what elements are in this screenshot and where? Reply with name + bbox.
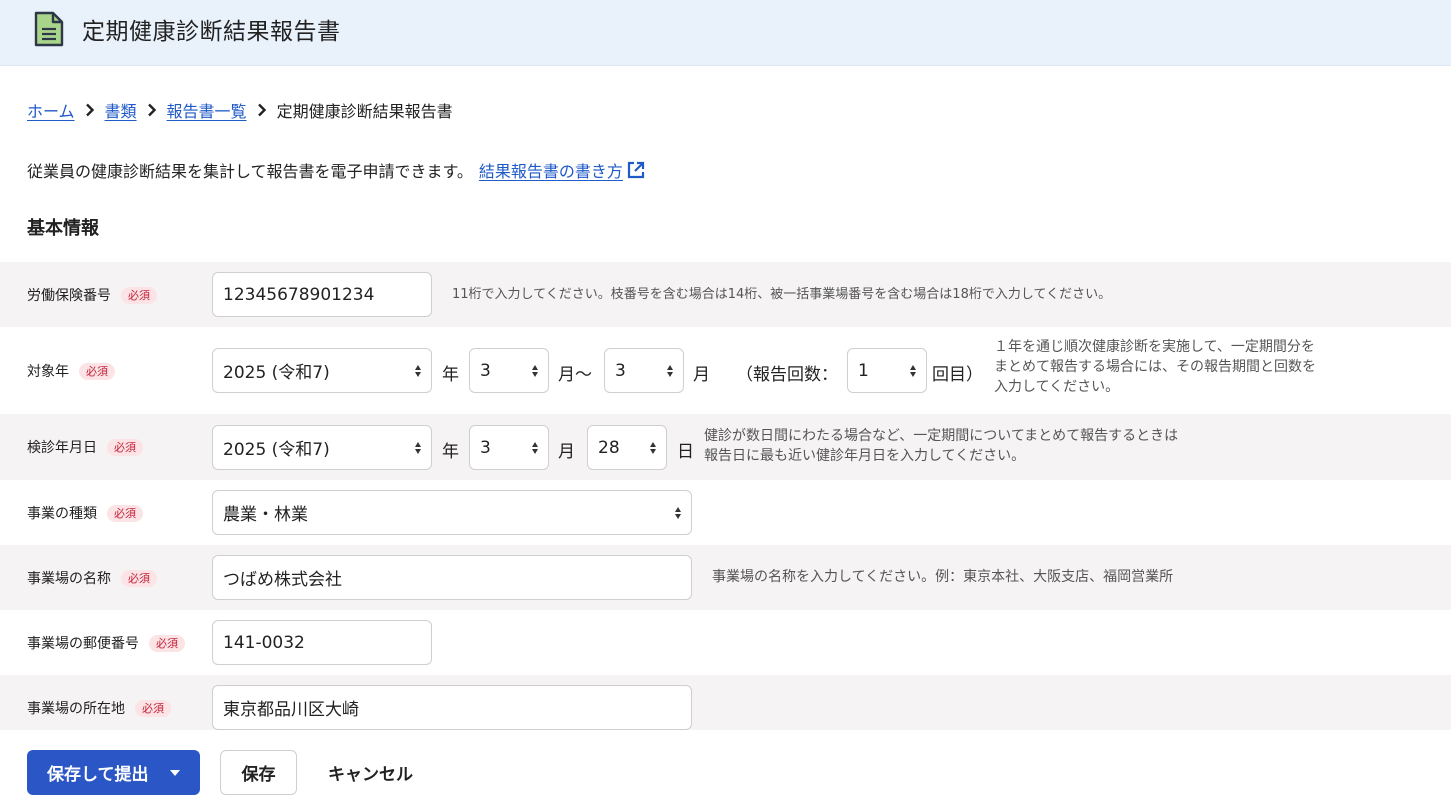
postal-code-input[interactable]: 141-0032 <box>212 620 432 665</box>
insurance-number-label: 労働保険番号 必須 <box>27 285 157 305</box>
target-month-from-select[interactable]: 3 <box>469 348 549 393</box>
target-year-hint: １年を通じ順次健康診断を実施して、一定期間分を まとめて報告する場合には、その報… <box>994 337 1316 397</box>
chevron-right-icon <box>257 103 267 117</box>
required-badge: 必須 <box>121 569 157 587</box>
site-name-label: 事業場の名称 必須 <box>27 568 157 588</box>
required-badge: 必須 <box>107 438 143 456</box>
year-unit: 年 <box>442 365 459 385</box>
intro-description: 従業員の健康診断結果を集計して報告書を電子申請できます。 <box>27 162 473 181</box>
target-year-select[interactable]: 2025 (令和7) <box>212 348 432 393</box>
exam-month-select[interactable]: 3 <box>469 425 549 470</box>
required-badge: 必須 <box>149 634 185 652</box>
exam-month-unit: 月 <box>558 442 575 462</box>
field-label: 事業場の所在地 <box>27 701 125 717</box>
row-exam-date: 検診年月日 必須 2025 (令和7) 年 3 月 28 日 健診が数日間にわた… <box>0 414 1451 480</box>
field-label: 検診年月日 <box>27 440 97 456</box>
breadcrumb-home-link[interactable]: ホーム <box>27 98 75 122</box>
field-label: 事業場の郵便番号 <box>27 636 139 652</box>
breadcrumb-docs-link[interactable]: 書類 <box>105 98 137 122</box>
month-to-unit: 月 <box>693 365 710 385</box>
button-label: 保存して提出 <box>47 765 149 785</box>
required-badge: 必須 <box>121 286 157 304</box>
field-label: 事業場の名称 <box>27 571 111 587</box>
required-badge: 必須 <box>107 504 143 522</box>
exam-day-select[interactable]: 28 <box>587 425 667 470</box>
required-badge: 必須 <box>135 699 171 717</box>
input-value: つばめ株式会社 <box>223 570 342 590</box>
row-insurance-number: 労働保険番号 必須 12345678901234 11桁で入力してください。枝番… <box>0 262 1451 327</box>
input-value: 東京都品川区大崎 <box>223 700 359 720</box>
select-arrows-icon <box>415 441 421 454</box>
page-header: 定期健康診断結果報告書 <box>0 0 1451 66</box>
intro-text: 従業員の健康診断結果を集計して報告書を電子申請できます。 結果報告書の書き方 <box>27 158 646 182</box>
select-value: 3 <box>480 360 491 381</box>
breadcrumb-list-link[interactable]: 報告書一覧 <box>167 98 247 122</box>
caret-down-icon[interactable] <box>170 770 180 776</box>
document-icon <box>34 11 64 51</box>
business-type-select[interactable]: 農業・林業 <box>212 490 692 535</box>
page-title: 定期健康診断結果報告書 <box>82 19 341 45</box>
report-count-prefix: （報告回数： <box>736 365 838 385</box>
select-value: 農業・林業 <box>223 505 308 525</box>
hint-line: 入力してください。 <box>994 379 1120 395</box>
exam-year-select[interactable]: 2025 (令和7) <box>212 425 432 470</box>
month-from-unit: 月〜 <box>558 365 592 385</box>
row-target-year: 対象年 必須 2025 (令和7) 年 3 月〜 3 月 （報告回数： 1 回目… <box>0 327 1451 414</box>
select-arrows-icon <box>415 364 421 377</box>
row-postal-code: 事業場の郵便番号 必須 141-0032 <box>0 610 1451 675</box>
field-label: 対象年 <box>27 364 69 380</box>
row-address: 事業場の所在地 必須 東京都品川区大崎 <box>0 675 1451 730</box>
cancel-button[interactable]: キャンセル <box>328 760 413 785</box>
select-value: 28 <box>598 437 620 458</box>
external-link-icon[interactable] <box>626 160 646 180</box>
row-business-type: 事業の種類 必須 農業・林業 <box>0 480 1451 545</box>
address-input[interactable]: 東京都品川区大崎 <box>212 685 692 730</box>
select-arrows-icon <box>667 364 673 377</box>
postal-code-label: 事業場の郵便番号 必須 <box>27 633 185 653</box>
hint-line: 健診が数日間にわたる場合など、一定期間についてまとめて報告するときは <box>704 428 1179 444</box>
chevron-right-icon <box>85 103 95 117</box>
section-title-basic-info: 基本情報 <box>27 218 99 239</box>
field-label: 労働保険番号 <box>27 288 111 304</box>
target-month-to-select[interactable]: 3 <box>604 348 684 393</box>
required-badge: 必須 <box>79 362 115 380</box>
exam-year-unit: 年 <box>442 442 459 462</box>
input-value: 12345678901234 <box>223 284 375 305</box>
guide-link[interactable]: 結果報告書の書き方 <box>479 158 623 182</box>
insurance-number-input[interactable]: 12345678901234 <box>212 272 432 317</box>
select-value: 3 <box>615 360 626 381</box>
insurance-number-hint: 11桁で入力してください。枝番号を含む場合は14桁、被一括事業場番号を含む場合は… <box>452 287 1112 302</box>
select-arrows-icon <box>532 441 538 454</box>
target-year-label: 対象年 必須 <box>27 361 115 381</box>
business-type-label: 事業の種類 必須 <box>27 503 143 523</box>
save-and-submit-button[interactable]: 保存して提出 <box>27 750 200 795</box>
hint-line: まとめて報告する場合には、その報告期間と回数を <box>994 359 1316 375</box>
hint-line: １年を通じ順次健康診断を実施して、一定期間分を <box>994 339 1315 355</box>
exam-day-unit: 日 <box>677 442 694 462</box>
select-arrows-icon <box>650 441 656 454</box>
site-name-input[interactable]: つばめ株式会社 <box>212 555 692 600</box>
select-value: 3 <box>480 437 491 458</box>
select-value: 2025 (令和7) <box>223 440 330 460</box>
exam-date-label: 検診年月日 必須 <box>27 437 143 457</box>
row-site-name: 事業場の名称 必須 つばめ株式会社 事業場の名称を入力してください。例：東京本社… <box>0 545 1451 610</box>
select-value: 1 <box>858 360 869 381</box>
breadcrumb-current: 定期健康診断結果報告書 <box>276 102 453 121</box>
site-name-hint: 事業場の名称を入力してください。例：東京本社、大阪支店、福岡営業所 <box>712 569 1174 585</box>
chevron-right-icon <box>147 103 157 117</box>
report-count-select[interactable]: 1 <box>847 348 927 393</box>
select-arrows-icon <box>532 364 538 377</box>
select-arrows-icon <box>675 506 681 519</box>
address-label: 事業場の所在地 必須 <box>27 698 171 718</box>
field-label: 事業の種類 <box>27 506 97 522</box>
report-count-suffix: 回目） <box>932 365 983 385</box>
select-value: 2025 (令和7) <box>223 363 330 383</box>
select-arrows-icon <box>910 364 916 377</box>
hint-line: 報告日に最も近い健診年月日を入力してください。 <box>704 448 1026 464</box>
breadcrumb: ホーム 書類 報告書一覧 定期健康診断結果報告書 <box>27 98 453 122</box>
exam-date-hint: 健診が数日間にわたる場合など、一定期間についてまとめて報告するときは 報告日に最… <box>704 426 1178 466</box>
input-value: 141-0032 <box>223 632 305 653</box>
button-label: 保存 <box>241 765 276 785</box>
save-button[interactable]: 保存 <box>220 750 297 795</box>
